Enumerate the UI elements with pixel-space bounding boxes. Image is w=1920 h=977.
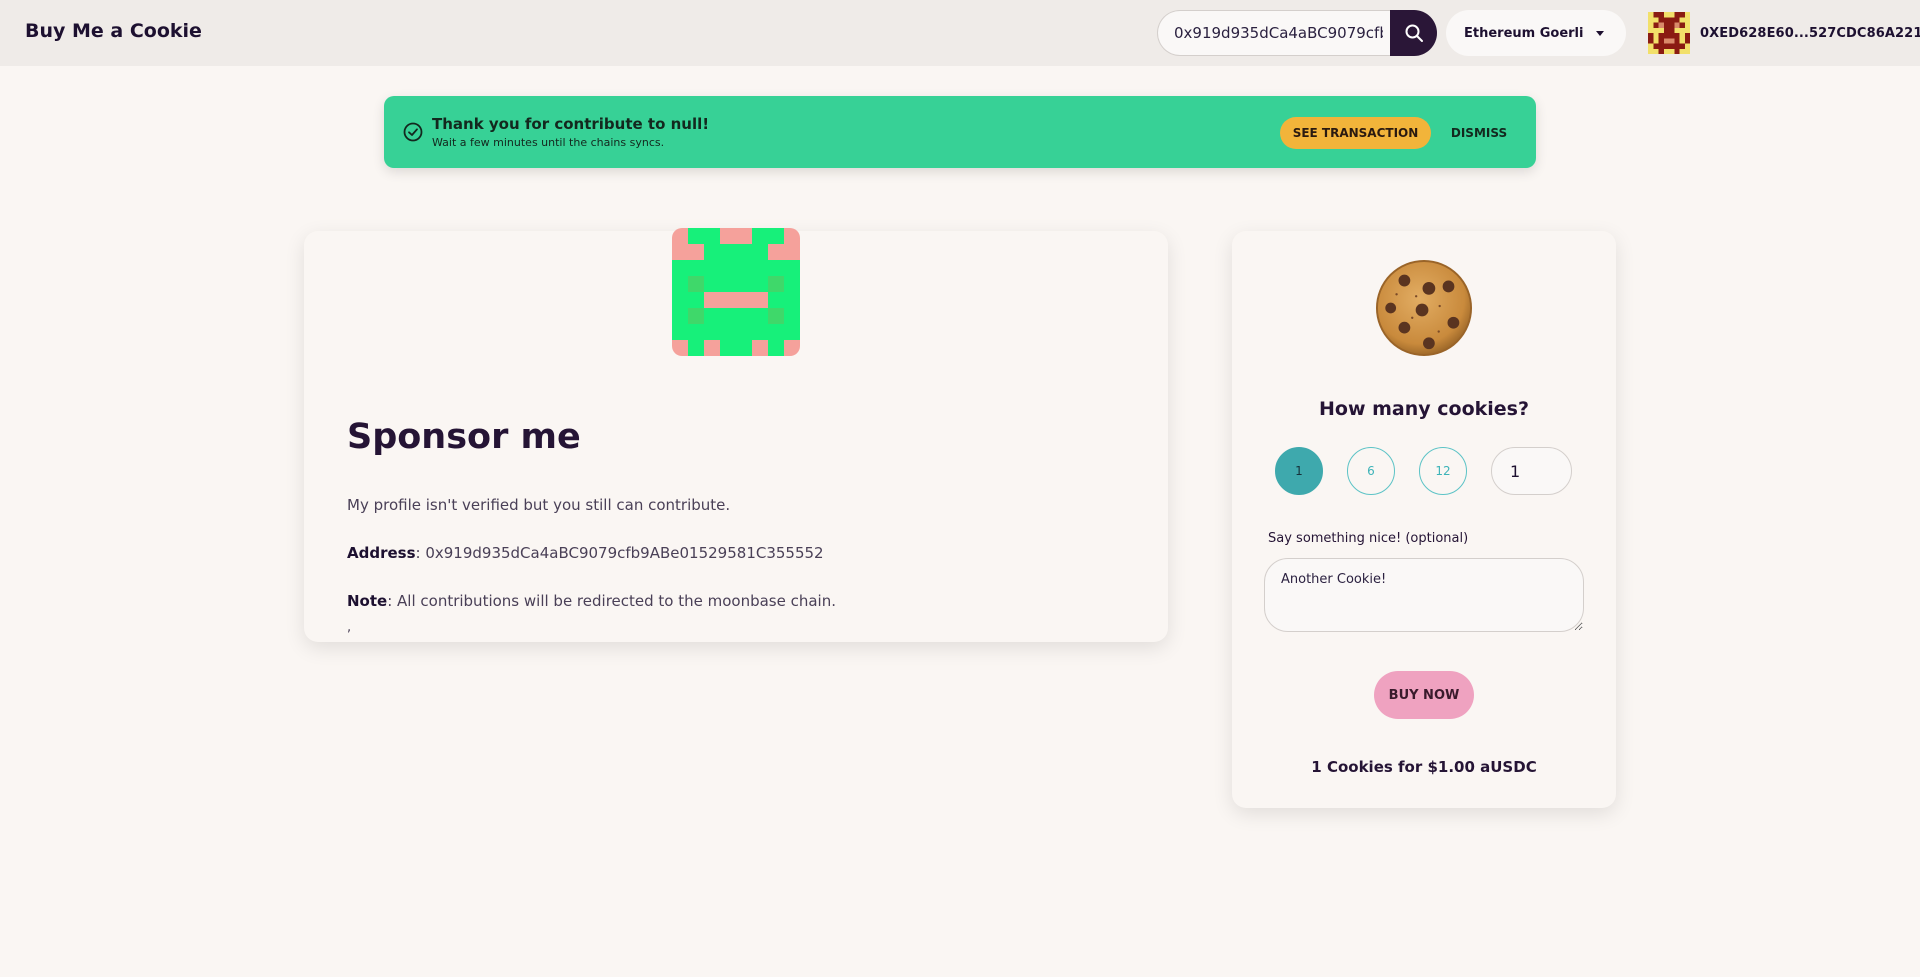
caret-down-icon	[1596, 31, 1604, 36]
note-value: : All contributions will be redirected t…	[387, 592, 837, 610]
profile-avatar	[672, 228, 800, 356]
search-button[interactable]	[1390, 10, 1437, 56]
account-address: 0XED628E60...527CDC86A221	[1700, 25, 1920, 41]
address-search-input[interactable]	[1157, 10, 1397, 56]
address-label: Address	[347, 544, 416, 562]
address-value: : 0x919d935dCa4aBC9079cfb9ABe01529581C35…	[415, 544, 824, 562]
network-select[interactable]: Ethereum Goerli	[1446, 10, 1626, 56]
note-label: Note	[347, 592, 388, 610]
check-circle-icon	[403, 122, 423, 142]
custom-quantity-input[interactable]	[1491, 447, 1572, 495]
search-icon	[1405, 24, 1423, 42]
account-button[interactable]: 0XED628E60...527CDC86A221	[1648, 10, 1920, 56]
dismiss-button[interactable]: DISMISS	[1444, 117, 1514, 149]
network-select-value: Ethereum Goerli	[1464, 25, 1584, 41]
profile-description: My profile isn't verified but you still …	[347, 496, 731, 514]
trailing-text: ,	[347, 620, 352, 635]
see-transaction-button[interactable]: SEE TRANSACTION	[1280, 117, 1431, 149]
purchase-summary: 1 Cookies for $1.00 aUSDC	[1311, 758, 1537, 776]
quantity-option-6[interactable]: 6	[1347, 447, 1395, 495]
quantity-question: How many cookies?	[1318, 398, 1529, 420]
profile-address-row: Address: 0x919d935dCa4aBC9079cfb9ABe0152…	[347, 544, 824, 562]
brand-logo-text[interactable]: Buy Me a Cookie	[25, 20, 202, 42]
cookie-image	[1375, 259, 1473, 357]
top-navigation-bar: Buy Me a Cookie Ethereum Goerli	[0, 0, 1920, 66]
toast-subtitle: Wait a few minutes until the chains sync…	[432, 136, 665, 149]
toast-title: Thank you for contribute to null!	[432, 115, 710, 133]
profile-note-row: Note: All contributions will be redirect…	[347, 592, 836, 610]
quantity-option-12[interactable]: 12	[1419, 447, 1467, 495]
quantity-option-1[interactable]: 1	[1275, 447, 1323, 495]
message-label: Say something nice! (optional)	[1268, 531, 1469, 546]
message-textarea[interactable]: Another Cookie!	[1264, 558, 1584, 632]
address-search	[1157, 10, 1437, 56]
buy-cookie-card: How many cookies? 1 6 12 Say something n…	[1232, 231, 1616, 808]
profile-card: Sponsor me My profile isn't verified but…	[304, 228, 1168, 642]
profile-title: Sponsor me	[347, 417, 581, 457]
success-toast: Thank you for contribute to null! Wait a…	[384, 96, 1536, 168]
account-avatar	[1648, 12, 1690, 54]
buy-now-button[interactable]: BUY NOW	[1374, 671, 1474, 719]
